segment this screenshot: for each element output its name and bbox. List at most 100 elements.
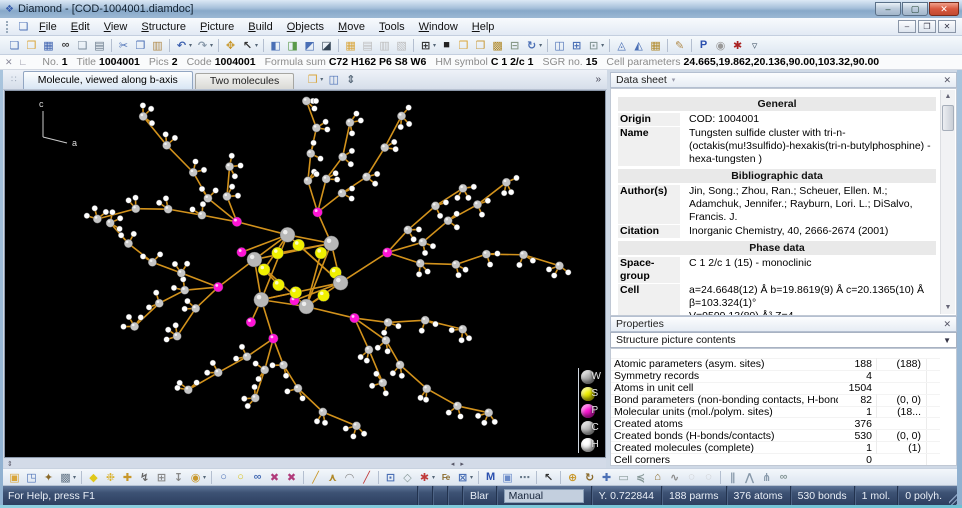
more-icon[interactable]: ⋯ <box>516 470 533 485</box>
copy-icon[interactable]: ❐ <box>132 38 149 53</box>
menu-file[interactable]: File <box>32 19 64 35</box>
properties-close-icon[interactable]: ✕ <box>943 319 951 330</box>
pair-atoms-icon[interactable]: ∞ <box>249 470 266 485</box>
link-icon[interactable]: ∞ <box>775 470 792 485</box>
picture-properties-icon[interactable]: ▣ <box>6 470 23 485</box>
cell-edges-icon[interactable]: ⊡ <box>382 470 399 485</box>
print-preview-icon[interactable]: ❑ <box>74 38 91 53</box>
zoom-window-icon[interactable]: ▭ <box>615 470 632 485</box>
ring-yellow-icon[interactable]: ○ <box>232 470 249 485</box>
maximize-button[interactable]: ▢ <box>902 2 928 16</box>
new-picture-button-dropdown[interactable]: ▾ <box>320 76 323 83</box>
menu-help[interactable]: Help <box>465 19 502 35</box>
menu-view[interactable]: View <box>97 19 135 35</box>
m-symbol-icon[interactable]: M <box>482 470 499 485</box>
copy-picture-icon[interactable]: ❐ <box>472 38 489 53</box>
property-row[interactable]: Created molecules (complete)1(1) <box>611 442 940 454</box>
layout-panel-icon[interactable]: ⊡ <box>585 38 602 53</box>
delete-atoms-icon[interactable]: ✖ <box>266 470 283 485</box>
find-icon[interactable]: ∞ <box>57 38 74 53</box>
menu-objects[interactable]: Objects <box>280 19 331 35</box>
viewport-2-icon[interactable]: ◨ <box>284 38 301 53</box>
picture-frame-icon[interactable]: ▣ <box>499 470 516 485</box>
property-row[interactable]: Atoms in unit cell1504 <box>611 383 940 395</box>
pointer-icon[interactable]: ↖ <box>540 470 557 485</box>
picture-menu-icon[interactable]: ▩ <box>57 470 74 485</box>
target-icon-dropdown[interactable]: ▾ <box>203 474 206 481</box>
minimize-button[interactable]: – <box>875 2 901 16</box>
property-row[interactable]: Created bonds (H-bonds/contacts)530(0, 0… <box>611 430 940 442</box>
move-icon[interactable]: ✚ <box>598 470 615 485</box>
redo-icon[interactable]: ↷ <box>194 38 211 53</box>
viewport-1-icon[interactable]: ◧ <box>267 38 284 53</box>
new-document-icon[interactable]: ❏ <box>6 38 23 53</box>
spin-icon[interactable]: ↻ <box>581 470 598 485</box>
panel-2-disabled-icon[interactable]: ▧ <box>393 38 410 53</box>
viewport-4-icon[interactable]: ◪ <box>318 38 335 53</box>
scroll-down-icon[interactable]: ▼ <box>941 301 955 314</box>
file-menu-icon[interactable]: ❏ <box>15 19 32 34</box>
p-symbol-icon[interactable]: P <box>695 38 712 53</box>
animate-icon[interactable]: ∿ <box>666 470 683 485</box>
perspective-icon[interactable]: ≼ <box>632 470 649 485</box>
bond-red-icon[interactable]: ╱ <box>358 470 375 485</box>
property-row[interactable]: Symmetry records4 <box>611 371 940 383</box>
connectivity-icon[interactable]: ⊞ <box>153 470 170 485</box>
angle-measure-icon[interactable]: ⋀ <box>741 470 758 485</box>
powder-diagram-icon[interactable]: ◬ <box>613 38 630 53</box>
paste-icon[interactable]: ▥ <box>149 38 166 53</box>
mdi-minimize-button[interactable]: – <box>898 20 916 33</box>
arrange-pictures-button[interactable]: ◫ <box>325 72 342 87</box>
properties-panel-icon[interactable]: ⊞ <box>568 38 585 53</box>
new-picture-button[interactable]: ❒ <box>304 72 321 87</box>
viewport-3-icon[interactable]: ◩ <box>301 38 318 53</box>
save-icon[interactable]: ▦ <box>40 38 57 53</box>
add-atom-icon[interactable]: ◆ <box>85 470 102 485</box>
menu-structure[interactable]: Structure <box>134 19 193 35</box>
property-row[interactable]: Cell corners0 <box>611 454 940 466</box>
mdi-close-button[interactable]: ✕ <box>938 20 956 33</box>
toolbar-options-icon[interactable]: ▿ <box>746 38 763 53</box>
grid-picture-icon[interactable]: ⊞ <box>417 38 434 53</box>
home-view-icon[interactable]: ⌂ <box>649 470 666 485</box>
distance-measure-icon[interactable]: ∥ <box>724 470 741 485</box>
fe-label-icon[interactable]: Fe <box>437 470 454 485</box>
prev-view-icon[interactable]: ◌ <box>683 470 700 485</box>
menu-window[interactable]: Window <box>412 19 465 35</box>
contact-icon[interactable]: ◠ <box>341 470 358 485</box>
add-atom-plus-icon[interactable]: ✚ <box>119 470 136 485</box>
angle-tool-icon[interactable]: ⋏ <box>324 470 341 485</box>
rotate-sphere-icon[interactable]: ⊕ <box>564 470 581 485</box>
datasheet-pin-icon[interactable]: ▾ <box>672 76 676 84</box>
cut-icon[interactable]: ✂ <box>115 38 132 53</box>
polyhedra-icon[interactable]: ⊠ <box>454 470 471 485</box>
menu-tools[interactable]: Tools <box>372 19 412 35</box>
open-folder-icon[interactable]: ❒ <box>23 38 40 53</box>
torsion-measure-icon[interactable]: ⋔ <box>758 470 775 485</box>
select-icon[interactable]: ↖ <box>239 38 256 53</box>
datasheet-panel-icon[interactable]: ◫ <box>551 38 568 53</box>
gallery-picture-icon[interactable]: ▩ <box>489 38 506 53</box>
datasheet-close-icon[interactable]: ✕ <box>943 75 951 86</box>
distance-diagram-icon[interactable]: ◭ <box>630 38 647 53</box>
scroll-right-button[interactable]: ▸ <box>457 460 467 468</box>
menu-build[interactable]: Build <box>241 19 279 35</box>
refresh-picture-icon[interactable]: ↻ <box>523 38 540 53</box>
datasheet-scrollbar[interactable]: ▲ ▼ <box>940 90 955 314</box>
scroll-left-button[interactable]: ◂ <box>448 460 458 468</box>
picture-menu-icon-dropdown[interactable]: ▾ <box>73 474 76 481</box>
refresh-picture-icon-dropdown[interactable]: ▾ <box>539 42 542 49</box>
property-row[interactable]: Bond parameters (non-bonding contacts, H… <box>611 395 940 407</box>
next-view-icon[interactable]: ◌ <box>700 470 717 485</box>
walk-icon[interactable]: ↯ <box>136 470 153 485</box>
key-icon[interactable]: ✱ <box>729 38 746 53</box>
polyhedra-icon-dropdown[interactable]: ▾ <box>470 474 473 481</box>
picture-tab-2[interactable]: Two molecules <box>195 73 294 89</box>
panel-disabled-icon[interactable]: ▥ <box>376 38 393 53</box>
select-icon-dropdown[interactable]: ▾ <box>255 42 258 49</box>
redo-icon-dropdown[interactable]: ▾ <box>210 42 213 49</box>
structure-canvas[interactable]: ca WSPCH <box>4 90 606 458</box>
menu-picture[interactable]: Picture <box>193 19 241 35</box>
edit-picture-icon[interactable]: ✎ <box>671 38 688 53</box>
grid-picture-icon-dropdown[interactable]: ▾ <box>433 42 436 49</box>
